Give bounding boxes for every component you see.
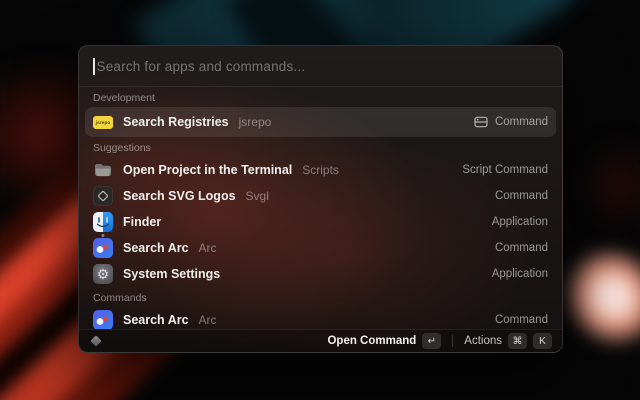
svgl-icon xyxy=(93,186,113,206)
list-item-search-arc-command[interactable]: Search Arc Arc Command xyxy=(85,307,556,329)
list-item-finder[interactable]: Finder Application xyxy=(85,209,556,235)
open-command-button[interactable]: Open Command ↵ xyxy=(327,333,441,349)
section-header-development: Development xyxy=(85,87,556,107)
results-list: Development jsrepo Search Registries jsr… xyxy=(79,87,562,329)
command-bar-icon xyxy=(474,116,488,128)
item-accessory: Script Command xyxy=(462,164,548,176)
item-title: System Settings xyxy=(123,267,220,281)
running-indicator-dot xyxy=(102,234,105,237)
raycast-logo-icon xyxy=(89,334,103,348)
item-accessory: Command xyxy=(495,314,548,326)
item-title: Search SVG Logos xyxy=(123,189,236,203)
text-caret xyxy=(93,58,95,75)
item-accessory: Application xyxy=(492,216,548,228)
k-key-icon: K xyxy=(533,333,552,349)
item-subtitle: Arc xyxy=(199,313,217,327)
actions-button[interactable]: Actions ⌘ K xyxy=(464,333,552,349)
folder-icon xyxy=(93,160,113,180)
item-title: Finder xyxy=(123,215,161,229)
item-subtitle: jsrepo xyxy=(239,115,272,129)
launcher-window: Search for apps and commands... Developm… xyxy=(78,45,563,353)
search-placeholder: Search for apps and commands... xyxy=(97,59,306,74)
list-item-search-registries[interactable]: jsrepo Search Registries jsrepo Command xyxy=(85,107,556,137)
list-item-system-settings[interactable]: ⚙ System Settings Application xyxy=(85,261,556,287)
section-header-commands: Commands xyxy=(85,287,556,307)
item-accessory: Application xyxy=(492,268,548,280)
arc-icon xyxy=(93,238,113,258)
item-accessory: Command xyxy=(495,242,548,254)
section-header-suggestions: Suggestions xyxy=(85,137,556,157)
action-bar: Open Command ↵ Actions ⌘ K xyxy=(79,329,562,352)
finder-icon xyxy=(93,212,113,232)
item-title: Open Project in the Terminal xyxy=(123,163,292,177)
item-accessory: Command xyxy=(495,190,548,202)
settings-gear-icon: ⚙ xyxy=(93,264,113,284)
item-subtitle: Svgl xyxy=(246,189,269,203)
item-subtitle: Arc xyxy=(199,241,217,255)
item-accessory: Command xyxy=(474,116,548,128)
arc-icon xyxy=(93,310,113,329)
jsrepo-icon: jsrepo xyxy=(93,112,113,132)
wallpaper-maroon-glow xyxy=(580,140,640,230)
footer-divider xyxy=(452,335,453,347)
list-item-search-arc[interactable]: Search Arc Arc Command xyxy=(85,235,556,261)
item-title: Search Registries xyxy=(123,115,229,129)
search-input[interactable]: Search for apps and commands... xyxy=(79,46,562,86)
return-key-icon: ↵ xyxy=(422,333,441,349)
list-item-search-svg-logos[interactable]: Search SVG Logos Svgl Command xyxy=(85,183,556,209)
item-subtitle: Scripts xyxy=(302,163,339,177)
item-title: Search Arc xyxy=(123,241,189,255)
list-item-open-project-terminal[interactable]: Open Project in the Terminal Scripts Scr… xyxy=(85,157,556,183)
item-title: Search Arc xyxy=(123,313,189,327)
command-key-icon: ⌘ xyxy=(508,333,527,349)
